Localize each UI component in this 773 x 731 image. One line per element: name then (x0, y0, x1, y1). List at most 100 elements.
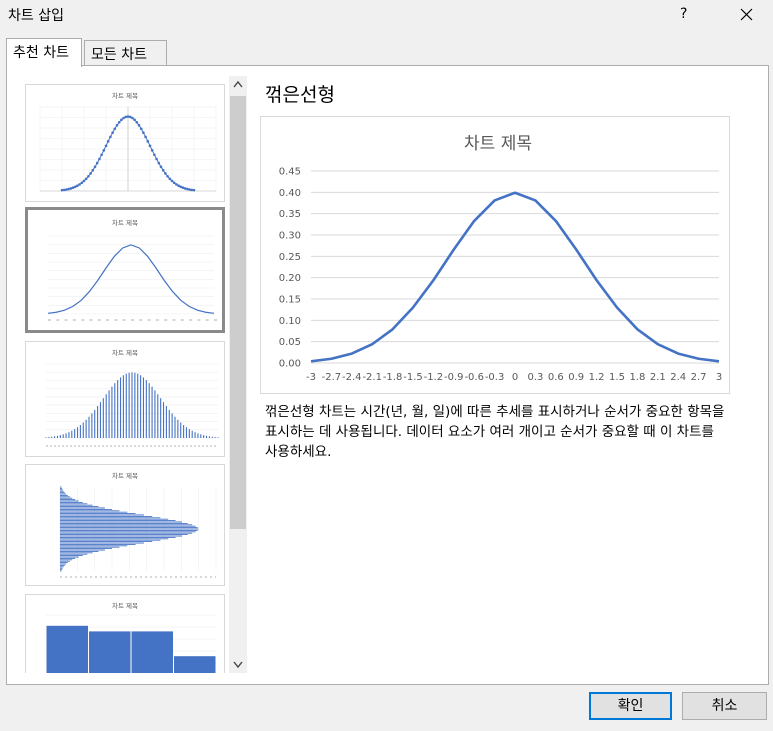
series-marker (159, 165, 163, 169)
series-line (310, 191, 720, 363)
series-marker (161, 168, 165, 172)
y-tick-label: 0.05 (279, 337, 301, 348)
y-tick-label: 0.35 (279, 209, 301, 220)
series-marker (137, 123, 141, 127)
thumbnail-histogram[interactable]: 차트 제목 (25, 594, 225, 673)
series-marker (60, 188, 64, 192)
thumbnail-title: 차트 제목 (112, 218, 138, 227)
thumbnail-clustered-column[interactable]: 차트 제목 (25, 341, 225, 457)
thumbnail-title: 차트 제목 (112, 471, 138, 480)
help-button[interactable]: ? (680, 6, 687, 22)
x-tick-label: 1.8 (629, 372, 645, 383)
thumbnail-column-preview: 차트 제목 (45, 348, 219, 447)
y-tick-label: 0.30 (279, 231, 301, 242)
window-title: 차트 삽입 (8, 8, 64, 24)
thumbnail-line-selected[interactable]: 차트 제목 (25, 207, 225, 333)
chart-title: 차트 제목 (464, 134, 532, 154)
thumbnail-clustered-bar[interactable]: 차트 제목 (25, 464, 225, 586)
thumbnail-title: 차트 제목 (112, 348, 138, 357)
tab-recommended-charts[interactable]: 추천 차트 (6, 38, 82, 67)
series-marker (175, 183, 178, 186)
series-marker (148, 144, 152, 148)
thumbnail-line-preview: 차트 제목 (47, 218, 217, 321)
series-marker (131, 116, 134, 120)
line-chart: 차트 제목 0.000.050.100.150.200.250.300.350.… (279, 134, 722, 383)
chevron-down-icon (233, 661, 243, 669)
series-marker (146, 140, 150, 143)
series-marker (62, 188, 66, 192)
y-tick-label: 0.00 (279, 359, 301, 370)
series-marker (164, 172, 167, 175)
x-tick-label: -3 (306, 372, 316, 383)
thumbnail-scatter-preview: 차트 제목 (39, 91, 217, 192)
series-marker (120, 118, 123, 122)
tab-all-charts[interactable]: 모든 차트 (84, 40, 167, 66)
y-axis-tick-labels: 0.00 0.05 0.10 0.15 0.20 0.25 0.30 0.35 0.40 0.45 (279, 167, 301, 370)
thumbnail-title: 차트 제목 (112, 601, 138, 610)
series-marker (183, 187, 187, 190)
cancel-button[interactable]: 취소 (682, 692, 767, 720)
series-marker (168, 177, 172, 181)
x-tick-label: -0.3 (485, 372, 505, 383)
x-tick-label: 0.6 (548, 372, 564, 383)
series-marker (87, 174, 90, 178)
chart-preview: 차트 제목 0.00 0.05 0.10 0.15 0.20 0.25 0.30 0.35 0.… (260, 116, 730, 394)
series-marker (84, 177, 88, 181)
series-marker (142, 131, 145, 135)
y-tick-label: 0.40 (279, 188, 301, 199)
series-marker (98, 157, 101, 161)
series-marker (128, 115, 132, 119)
series-marker (115, 123, 119, 127)
series-marker (139, 127, 143, 131)
series-marker (133, 118, 136, 122)
series-marker (153, 153, 156, 157)
x-axis-tick-labels: -3 -2.7 -2.4 -2.1 -1.8 -1.5 -1.2 -0.9 -0.6 -0.3 0 0… (306, 372, 722, 383)
histogram-bin (89, 631, 131, 673)
chevron-up-icon (233, 80, 243, 88)
series-marker (157, 161, 161, 165)
series-marker (104, 144, 108, 148)
thumbnail-plot (47, 235, 217, 321)
series-marker (150, 149, 154, 152)
thumbnail-scrollbar[interactable] (229, 76, 247, 673)
x-tick-label: 1.2 (589, 372, 605, 383)
x-tick-label: -1.8 (383, 372, 403, 383)
series-marker (89, 172, 92, 175)
y-tick-label: 0.25 (279, 252, 301, 263)
thumbnail-scatter-line-markers[interactable]: 차트 제목 (25, 84, 225, 202)
series-marker (117, 120, 121, 124)
thumbnail-bar-preview: 차트 제목 (59, 471, 217, 578)
series-marker (80, 181, 84, 185)
series-marker (170, 179, 174, 183)
series-marker (69, 187, 73, 190)
thumbnail-plot (39, 106, 217, 192)
x-tick-label: 0 (512, 372, 518, 383)
chart-type-name: 꺾은선형 (265, 84, 335, 106)
scroll-down-button[interactable] (229, 656, 247, 673)
x-tick-label: -0.9 (444, 372, 464, 383)
series-marker (192, 188, 196, 192)
scroll-up-button[interactable] (229, 76, 247, 93)
x-tick-label: -2.4 (342, 372, 362, 383)
thumbnail-plot (45, 363, 219, 447)
scroll-thumb[interactable] (230, 96, 246, 529)
chart-thumbnail-list: 차트 제목 차트 제목 차트 제목 차트 제목 차트 제목 (21, 76, 229, 673)
series-marker (135, 120, 139, 124)
thumbnail-plot (46, 614, 216, 673)
series-marker (95, 161, 99, 165)
histogram-bin (46, 625, 88, 673)
histogram-bin (174, 656, 216, 673)
series-marker (166, 174, 169, 178)
series-marker (155, 157, 158, 161)
y-tick-label: 0.20 (279, 273, 301, 284)
y-tick-label: 0.45 (279, 167, 301, 178)
series-marker (65, 188, 68, 191)
close-button[interactable] (732, 4, 762, 26)
x-tick-label: -1.2 (424, 372, 444, 383)
ok-button[interactable]: 확인 (589, 692, 672, 720)
series-marker (144, 135, 147, 139)
series-marker (113, 127, 117, 131)
x-tick-label: 2.4 (670, 372, 686, 383)
series-marker (177, 184, 180, 188)
chart-gridlines (311, 170, 719, 364)
